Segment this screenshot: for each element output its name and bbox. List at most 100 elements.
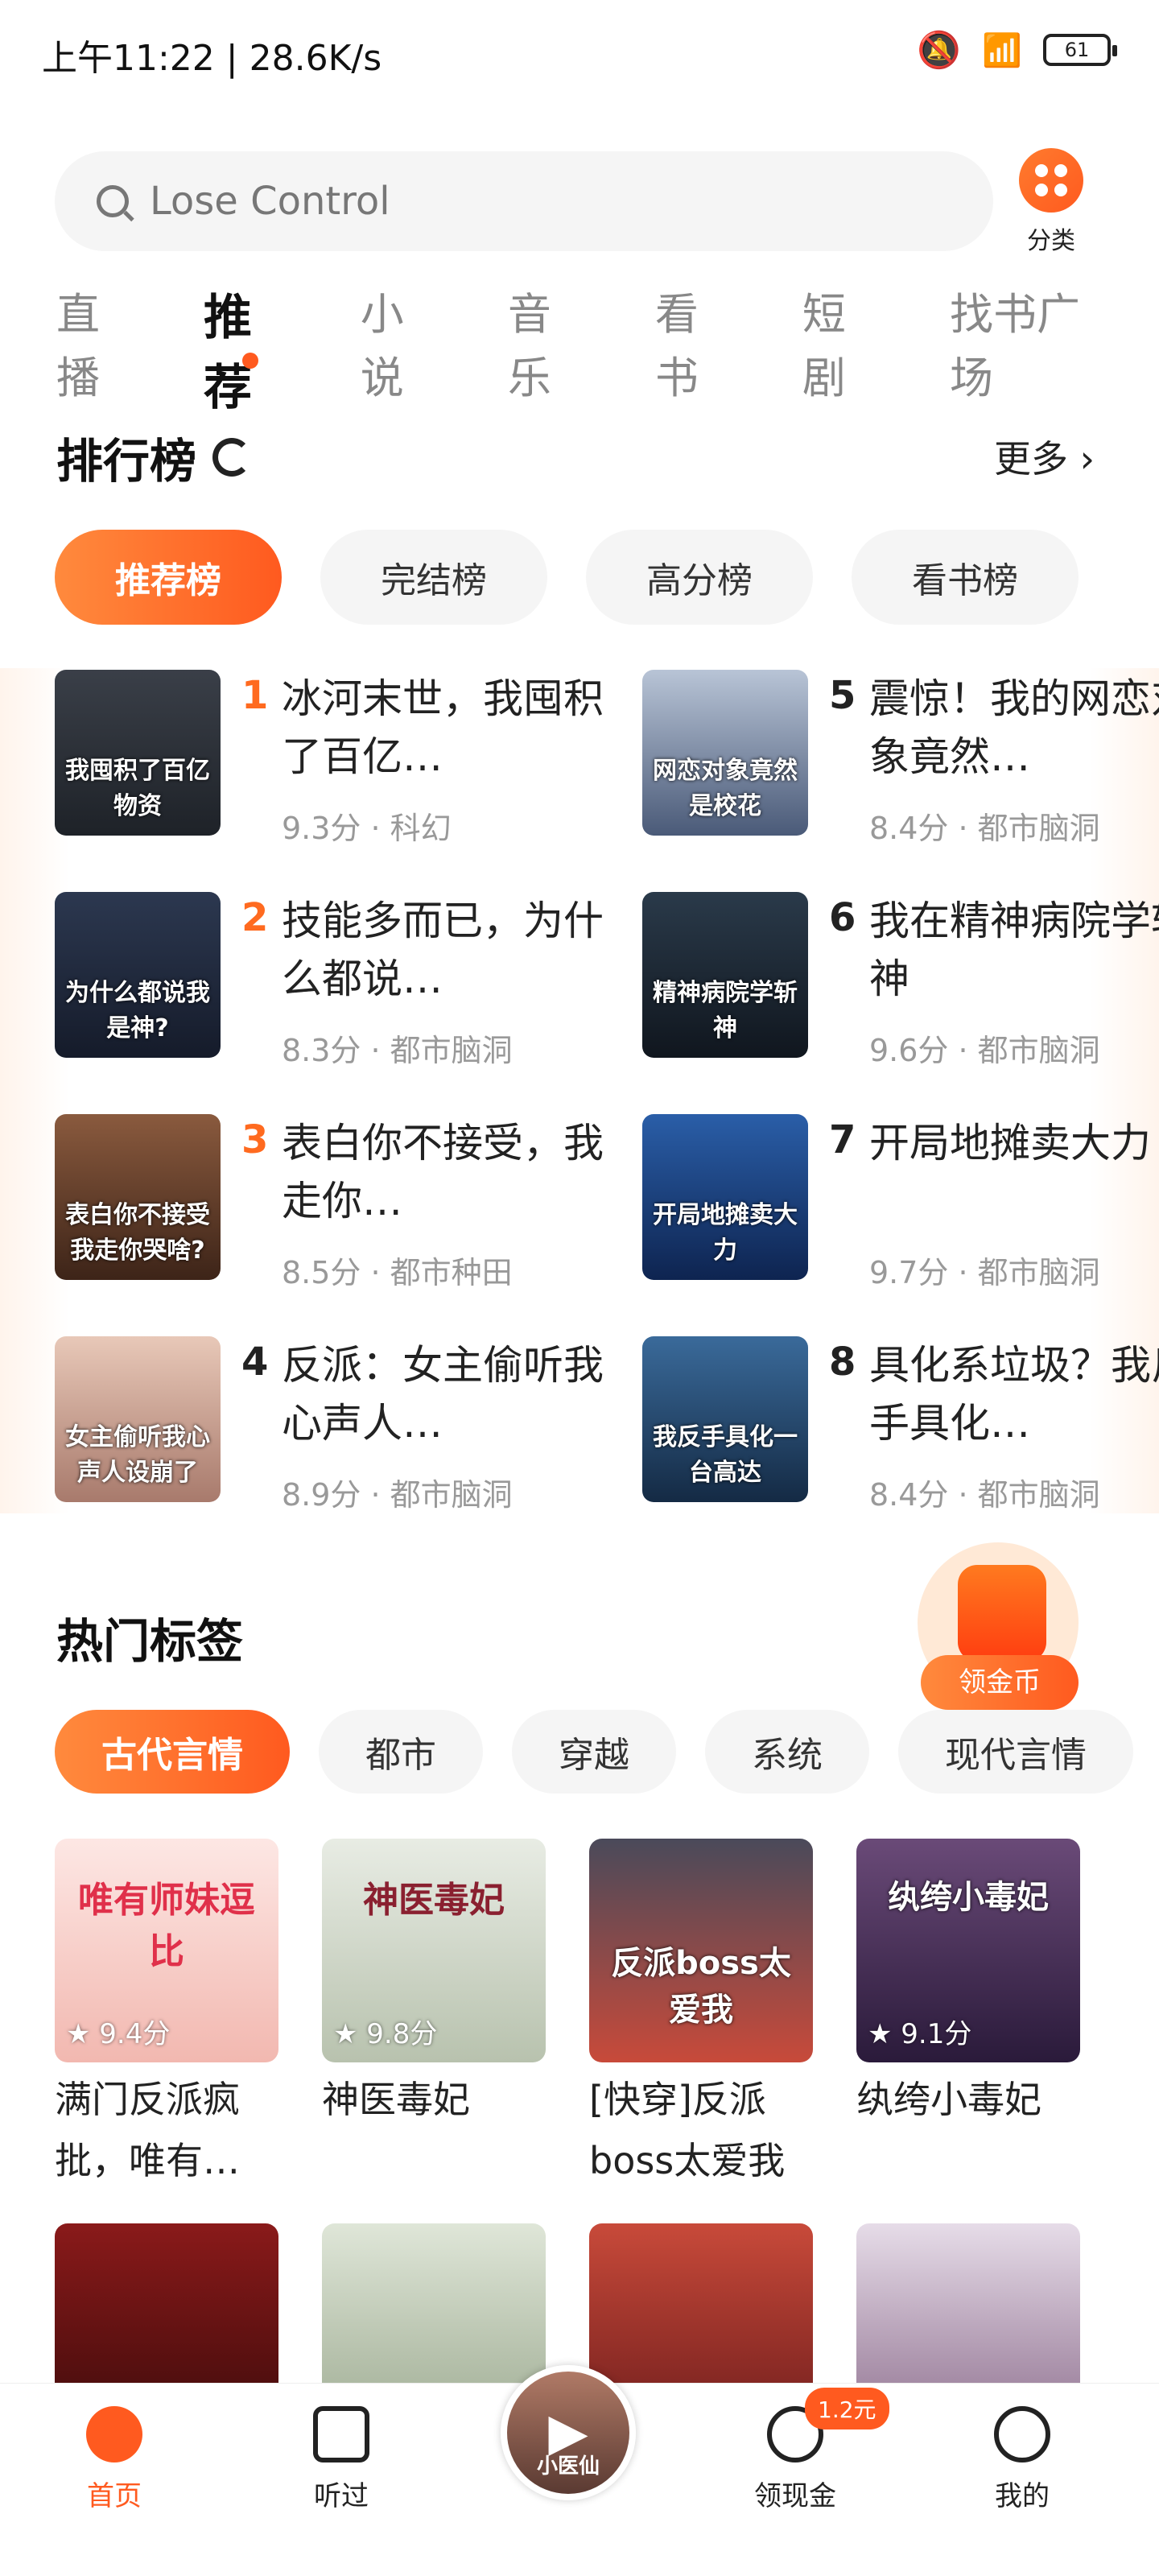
battery-icon: 61 bbox=[1043, 34, 1117, 66]
book-card[interactable]: 纨绔小毒妃 ★ 9.1分 纨绔小毒妃 bbox=[856, 1839, 1080, 2130]
hot-tags-title: 热门标签 bbox=[56, 1614, 244, 1669]
rank-number: 3 bbox=[241, 1117, 269, 1162]
list-item[interactable]: 精神病院学斩神 6 我在精神病院学斩神 9.6分 · 都市脑洞 bbox=[642, 892, 1159, 1068]
book-cover: 反派boss太爱我 bbox=[589, 1839, 813, 2062]
tab-music[interactable]: 音乐 bbox=[508, 279, 592, 419]
ranking-more-link[interactable]: 更多 › bbox=[994, 430, 1095, 483]
list-item[interactable]: 表白你不接受我走你哭啥? 3 表白你不接受，我走你… 8.5分 · 都市种田 bbox=[55, 1114, 634, 1290]
ranking-pills: 推荐榜 完结榜 高分榜 看书榜 bbox=[55, 530, 1079, 625]
tag-ancient-romance[interactable]: 古代言情 bbox=[55, 1710, 290, 1794]
tab-short-drama[interactable]: 短剧 bbox=[802, 279, 887, 419]
collect-coin-button[interactable]: 领金币 bbox=[921, 1655, 1079, 1710]
refresh-icon[interactable] bbox=[212, 438, 252, 477]
book-meta: 9.6分 · 都市脑洞 bbox=[869, 1033, 1100, 1068]
hot-tag-list: 古代言情 都市 穿越 系统 现代言情 bbox=[55, 1710, 1133, 1794]
book-meta: 8.9分 · 都市脑洞 bbox=[282, 1477, 513, 1513]
ranking-header: 排行榜 bbox=[56, 423, 252, 491]
audio-player-button[interactable]: ▶ 小医仙 bbox=[501, 2365, 636, 2500]
book-title: 冰河末世，我囤积了百亿… bbox=[282, 675, 604, 780]
rank-number: 7 bbox=[829, 1117, 856, 1162]
book-score: ★ 9.4分 bbox=[66, 2018, 171, 2050]
nav-cash-label: 领现金 bbox=[754, 2480, 836, 2512]
nav-home-label: 首页 bbox=[87, 2480, 142, 2512]
list-item[interactable]: 我反手具化一台高达 8 具化系垃圾？我反手具化… 8.4分 · 都市脑洞 bbox=[642, 1336, 1159, 1513]
rank-number: 6 bbox=[829, 895, 856, 940]
nav-home[interactable]: 首页 bbox=[50, 2406, 179, 2513]
rank-number: 4 bbox=[241, 1340, 269, 1385]
top-tabs: 直播 推荐 小说 音乐 看书 短剧 找书广场 bbox=[56, 279, 1119, 419]
red-envelope-icon bbox=[958, 1565, 1046, 1662]
tag-modern-romance[interactable]: 现代言情 bbox=[898, 1710, 1133, 1794]
book-meta: 9.7分 · 都市脑洞 bbox=[869, 1255, 1100, 1290]
nav-listened-label: 听过 bbox=[314, 2480, 369, 2512]
wifi-icon: 📶 bbox=[982, 31, 1022, 69]
list-item[interactable]: 网恋对象竟然是校花 5 震惊！我的网恋对象竟然… 8.4分 · 都市脑洞 bbox=[642, 670, 1159, 846]
rank-number: 8 bbox=[829, 1340, 856, 1385]
book-cover: 我反手具化一台高达 bbox=[642, 1336, 808, 1502]
search-placeholder: Lose Control bbox=[150, 179, 390, 224]
coin-widget[interactable]: 领金币 bbox=[918, 1542, 1079, 1711]
book-title: 表白你不接受，我走你… bbox=[282, 1120, 604, 1224]
book-card[interactable]: 反派boss太爱我 [快穿]反派boss太爱我 bbox=[589, 1839, 813, 2191]
pill-completed[interactable]: 完结榜 bbox=[320, 530, 547, 625]
search-icon bbox=[97, 185, 129, 217]
pill-reading[interactable]: 看书榜 bbox=[852, 530, 1079, 625]
ranking-title: 排行榜 bbox=[56, 434, 197, 489]
tab-recommend[interactable]: 推荐 bbox=[204, 279, 298, 419]
category-label: 分类 bbox=[1027, 227, 1075, 255]
list-item[interactable]: 女主偷听我心声人设崩了 4 反派：女主偷听我心声人… 8.9分 · 都市脑洞 bbox=[55, 1336, 634, 1513]
book-title: [快穿]反派boss太爱我 bbox=[589, 2078, 786, 2182]
book-cover: 我囤积了百亿物资 bbox=[55, 670, 221, 836]
list-item[interactable]: 开局地摊卖大力 7 开局地摊卖大力 9.7分 · 都市脑洞 bbox=[642, 1114, 1159, 1290]
player-cover-text: 小医仙 bbox=[536, 2454, 600, 2479]
book-title: 震惊！我的网恋对象竟然… bbox=[869, 675, 1159, 780]
category-button[interactable]: 分类 bbox=[1016, 148, 1087, 256]
book-score: ★ 9.1分 bbox=[868, 2018, 972, 2050]
tab-book-square[interactable]: 找书广场 bbox=[950, 279, 1119, 419]
tab-novel[interactable]: 小说 bbox=[361, 279, 445, 419]
rank-number: 5 bbox=[829, 673, 856, 718]
category-icon bbox=[1019, 148, 1083, 213]
tab-reading[interactable]: 看书 bbox=[655, 279, 740, 419]
status-bar: 上午11:22 | 28.6K/s 🔕 📶 61 bbox=[0, 0, 1159, 105]
book-meta: 8.3分 · 都市脑洞 bbox=[282, 1033, 513, 1068]
book-cover: 网恋对象竟然是校花 bbox=[642, 670, 808, 836]
book-cover: 开局地摊卖大力 bbox=[642, 1114, 808, 1280]
book-cover: 唯有师妹逗比 ★ 9.4分 bbox=[55, 1839, 278, 2062]
book-meta: 8.5分 · 都市种田 bbox=[282, 1255, 513, 1290]
tag-urban[interactable]: 都市 bbox=[319, 1710, 483, 1794]
search-bar[interactable]: Lose Control bbox=[55, 151, 993, 251]
book-score: ★ 9.8分 bbox=[333, 2018, 438, 2050]
clock-icon bbox=[313, 2406, 369, 2462]
rank-number: 2 bbox=[241, 895, 269, 940]
book-cover: 精神病院学斩神 bbox=[642, 892, 808, 1058]
nav-me[interactable]: 我的 bbox=[958, 2406, 1087, 2513]
cash-badge: 1.2元 bbox=[805, 2388, 889, 2429]
tag-system[interactable]: 系统 bbox=[705, 1710, 869, 1794]
nav-listened[interactable]: 听过 bbox=[277, 2406, 406, 2513]
book-card[interactable]: 唯有师妹逗比 ★ 9.4分 满门反派疯批，唯有… bbox=[55, 1839, 278, 2191]
hot-tags-header: 热门标签 bbox=[56, 1604, 243, 1671]
book-cover: 为什么都说我是神? bbox=[55, 892, 221, 1058]
book-meta: 8.4分 · 都市脑洞 bbox=[869, 1477, 1100, 1513]
smile-icon bbox=[994, 2406, 1050, 2462]
book-card[interactable]: 神医毒妃 ★ 9.8分 神医毒妃 bbox=[322, 1839, 546, 2130]
book-title: 神医毒妃 bbox=[322, 2078, 470, 2121]
book-title: 纨绔小毒妃 bbox=[856, 2078, 1041, 2121]
list-item[interactable]: 为什么都说我是神? 2 技能多而已，为什么都说… 8.3分 · 都市脑洞 bbox=[55, 892, 634, 1068]
book-meta: 8.4分 · 都市脑洞 bbox=[869, 811, 1100, 846]
pill-high-score[interactable]: 高分榜 bbox=[586, 530, 813, 625]
status-icons: 🔕 📶 61 bbox=[917, 29, 1117, 71]
book-title: 反派：女主偷听我心声人… bbox=[282, 1342, 604, 1447]
pill-recommend[interactable]: 推荐榜 bbox=[55, 530, 282, 625]
book-cover: 神医毒妃 ★ 9.8分 bbox=[322, 1839, 546, 2062]
book-title: 满门反派疯批，唯有… bbox=[55, 2078, 240, 2182]
book-meta: 9.3分 · 科幻 bbox=[282, 811, 452, 846]
book-title: 具化系垃圾？我反手具化… bbox=[869, 1342, 1159, 1447]
list-item[interactable]: 我囤积了百亿物资 1 冰河末世，我囤积了百亿… 9.3分 · 科幻 bbox=[55, 670, 634, 846]
rank-number: 1 bbox=[241, 673, 269, 718]
tab-live[interactable]: 直播 bbox=[56, 279, 141, 419]
nav-me-label: 我的 bbox=[995, 2480, 1050, 2512]
book-title: 开局地摊卖大力 bbox=[869, 1120, 1151, 1166]
tag-time-travel[interactable]: 穿越 bbox=[512, 1710, 676, 1794]
